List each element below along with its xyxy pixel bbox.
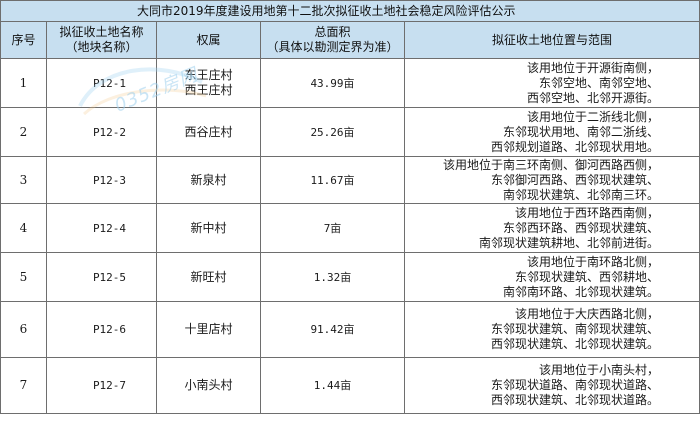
row-code: P12-1 [46, 58, 157, 108]
village-name: 新中村 [190, 220, 227, 235]
row-no: 1 [0, 58, 47, 108]
row-code: P12-3 [46, 156, 157, 204]
header-area: 总面积 （具体以勘测定界为准） [260, 21, 405, 59]
row-code: P12-5 [46, 252, 157, 302]
village-name: 新泉村 [190, 172, 227, 187]
header-name-line2: （地块名称） [65, 40, 138, 54]
row-villages: 新泉村 [156, 156, 261, 204]
location-line: 该用地位于西环路西南侧， [514, 205, 659, 220]
row-location: 该用地位于开源街南侧， 东邻空地、南邻空地、 西邻空地、北邻开源街。 [404, 58, 700, 108]
announcement-table: 大同市2019年度建设用地第十二批次拟征收土地社会稳定风险评估公示 序号 拟征收… [0, 0, 700, 414]
location-line: 东邻空地、南邻空地、 [538, 75, 659, 90]
header-name: 拟征收土地名称 （地块名称） [46, 21, 157, 59]
row-area: 25.26亩 [260, 107, 405, 157]
row-villages: 十里店村 [156, 301, 261, 358]
announcement-table-container: 大同市2019年度建设用地第十二批次拟征收土地社会稳定风险评估公示 序号 拟征收… [0, 0, 700, 440]
row-area: 11.67亩 [260, 156, 405, 204]
row-location: 该用地位于南三环南侧、御河西路西侧， 东邻御河西路、西邻现状建筑、 南邻现状建筑… [404, 156, 700, 204]
location-line: 南邻现状建筑、北邻南三环。 [502, 187, 659, 202]
village-name: 小南头村 [184, 378, 233, 392]
location-line: 东邻御河西路、西邻现状建筑、 [490, 172, 659, 187]
location-line: 东邻西环路、西邻现状建筑、 [502, 220, 659, 235]
location-line: 东邻现状建筑、西邻耕地、 [514, 269, 659, 284]
row-area: 43.99亩 [260, 58, 405, 108]
table-row: 1 P12-1 东王庄村 西王庄村 43.99亩 该用地位于开源街南侧， 东邻空… [0, 58, 700, 108]
location-line: 东邻现状道路、南邻现状道路、 [490, 378, 659, 392]
table-row: 4 P12-4 新中村 7亩 该用地位于西环路西南侧， 东邻西环路、西邻现状建筑… [0, 203, 700, 253]
header-owner: 权属 [156, 21, 261, 59]
row-no: 7 [0, 357, 47, 414]
row-location: 该用地位于大庆西路北侧， 东邻现状建筑、南邻现状建筑、 西邻现状建筑、北邻现状建… [404, 301, 700, 358]
village-name: 西谷庄村 [184, 124, 233, 139]
row-no: 3 [0, 156, 47, 204]
table-row: 2 P12-2 西谷庄村 25.26亩 该用地位于二浙线北侧， 东邻现状用地、南… [0, 107, 700, 157]
table-row: 5 P12-5 新旺村 1.32亩 该用地位于南环路北侧， 东邻现状建筑、西邻耕… [0, 252, 700, 302]
row-no: 6 [0, 301, 47, 358]
location-line: 该用地位于小南头村， [538, 363, 659, 377]
row-area: 7亩 [260, 203, 405, 253]
table-row: 7 P12-7 小南头村 1.44亩 该用地位于小南头村， 东邻现状道路、南邻现… [0, 357, 700, 414]
location-line: 南邻南环路、北邻现状建筑。 [502, 284, 659, 299]
location-line: 南邻现状建筑耕地、北邻前进街。 [478, 235, 659, 250]
row-villages: 西谷庄村 [156, 107, 261, 157]
table-title: 大同市2019年度建设用地第十二批次拟征收土地社会稳定风险评估公示 [0, 0, 700, 22]
location-line: 东邻现状建筑、南邻现状建筑、 [490, 322, 659, 336]
location-line: 西邻现状建筑、北邻现状道路。 [490, 393, 659, 407]
row-area: 1.44亩 [260, 357, 405, 414]
header-name-line1: 拟征收土地名称 [59, 25, 144, 39]
row-area: 91.42亩 [260, 301, 405, 358]
row-location: 该用地位于西环路西南侧， 东邻西环路、西邻现状建筑、 南邻现状建筑耕地、北邻前进… [404, 203, 700, 253]
location-line: 西邻现状建筑、北邻现状建筑。 [490, 337, 659, 351]
row-code: P12-4 [46, 203, 157, 253]
village-name: 东王庄村 [184, 68, 233, 82]
header-no: 序号 [0, 21, 47, 59]
row-area: 1.32亩 [260, 252, 405, 302]
location-line: 该用地位于南三环南侧、御河西路西侧， [442, 157, 659, 172]
location-line: 该用地位于开源街南侧， [526, 60, 659, 75]
village-name: 新旺村 [190, 269, 227, 284]
header-location: 拟征收土地位置与范围 [404, 21, 700, 59]
row-no: 5 [0, 252, 47, 302]
location-line: 西邻规划道路、北邻现状用地。 [490, 139, 659, 154]
row-location: 该用地位于南环路北侧， 东邻现状建筑、西邻耕地、 南邻南环路、北邻现状建筑。 [404, 252, 700, 302]
row-code: P12-7 [46, 357, 157, 414]
row-location: 该用地位于二浙线北侧， 东邻现状用地、南邻二浙线、 西邻规划道路、北邻现状用地。 [404, 107, 700, 157]
location-line: 东邻现状用地、南邻二浙线、 [502, 124, 659, 139]
location-line: 西邻空地、北邻开源街。 [526, 90, 659, 105]
village-name: 西王庄村 [184, 83, 233, 97]
row-code: P12-2 [46, 107, 157, 157]
row-location: 该用地位于小南头村， 东邻现状道路、南邻现状道路、 西邻现状建筑、北邻现状道路。 [404, 357, 700, 414]
row-code: P12-6 [46, 301, 157, 358]
row-villages: 小南头村 [156, 357, 261, 414]
table-row: 6 P12-6 十里店村 91.42亩 该用地位于大庆西路北侧， 东邻现状建筑、… [0, 301, 700, 358]
header-area-line2: （具体以勘测定界为准） [266, 40, 399, 54]
location-line: 该用地位于南环路北侧， [526, 254, 659, 269]
row-villages: 东王庄村 西王庄村 [156, 58, 261, 108]
location-line: 该用地位于大庆西路北侧， [514, 307, 659, 321]
location-line: 该用地位于二浙线北侧， [526, 109, 659, 124]
village-name: 十里店村 [184, 322, 233, 336]
row-no: 4 [0, 203, 47, 253]
table-row: 3 P12-3 新泉村 11.67亩 该用地位于南三环南侧、御河西路西侧， 东邻… [0, 156, 700, 204]
row-no: 2 [0, 107, 47, 157]
row-villages: 新中村 [156, 203, 261, 253]
header-area-line1: 总面积 [314, 25, 351, 39]
row-villages: 新旺村 [156, 252, 261, 302]
